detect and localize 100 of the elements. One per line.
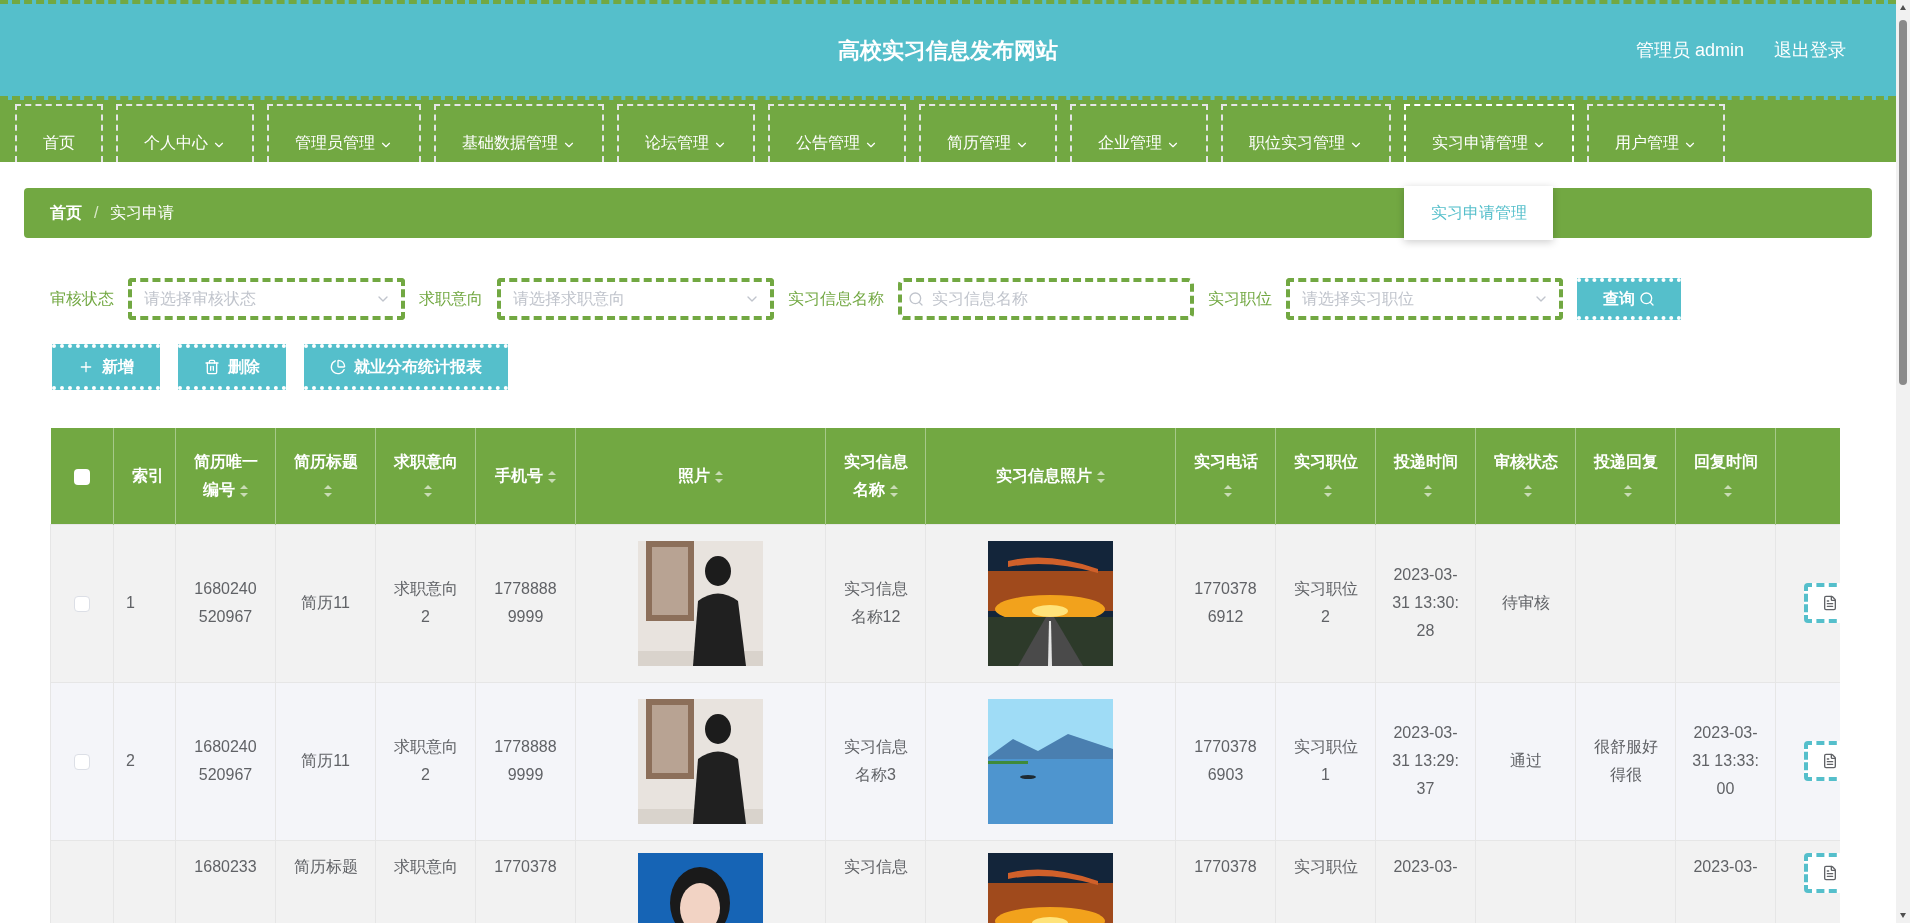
select-field[interactable]: 请选择审核状态 (128, 278, 405, 320)
nav-item[interactable]: 企业管理 (1070, 104, 1208, 162)
scrollbar-thumb[interactable] (1899, 20, 1907, 385)
filter-label: 审核状态 (50, 289, 114, 309)
table-cell-text: 2 (126, 751, 136, 771)
table-cell-text: 17788889999 (493, 737, 558, 785)
breadcrumb-item[interactable]: 实习申请 (110, 201, 175, 225)
header-cell[interactable]: 简历唯一编号 (175, 428, 276, 524)
nav-item[interactable]: 用户管理 (1587, 104, 1725, 162)
action-button[interactable]: 就业分布统计报表 (304, 344, 508, 390)
table-cell-text: 实习信息名称3 (842, 737, 909, 785)
search-field[interactable]: 实习信息名称 (898, 278, 1194, 320)
document-icon (1822, 864, 1838, 881)
row-checkbox[interactable] (74, 595, 90, 612)
pie-chart-icon (330, 359, 346, 375)
plus-icon (78, 359, 94, 375)
header-cell[interactable]: 投递时间 (1375, 428, 1476, 524)
header-cell[interactable]: 实习信息名称 (825, 428, 926, 524)
header-cell[interactable]: 投递回复 (1575, 428, 1676, 524)
sort-icon[interactable] (888, 483, 899, 498)
nav-item[interactable]: 职位实习管理 (1221, 104, 1391, 162)
table-cell-text: 1680233 (193, 856, 258, 877)
table-cell-text: 求职意向2 (392, 579, 459, 627)
table-cell-text: 2023-03- (1392, 856, 1459, 877)
logout-link[interactable]: 退出登录 (1774, 36, 1846, 64)
sort-icon[interactable] (1522, 483, 1533, 498)
scrollbar[interactable] (1896, 0, 1910, 923)
nav-item[interactable]: 简历管理 (919, 104, 1057, 162)
nav-item[interactable]: 公告管理 (768, 104, 906, 162)
filter-label: 实习职位 (1208, 289, 1272, 309)
header-cell[interactable]: 实习信息照片 (925, 428, 1176, 524)
sort-icon[interactable] (546, 469, 557, 484)
filter-label: 实习信息名称 (788, 289, 884, 309)
search-button[interactable]: 查询 (1577, 278, 1681, 320)
sort-icon[interactable] (1622, 483, 1633, 498)
site-title: 高校实习信息发布网站 (838, 36, 1058, 65)
sort-icon[interactable] (1722, 483, 1733, 498)
header-cell[interactable]: 回复时间 (1675, 428, 1776, 524)
table-cell-text: 2023-03- (1692, 856, 1759, 877)
table-cell-text: 很舒服好得很 (1592, 737, 1659, 785)
breadcrumb-item[interactable]: 首页 (50, 201, 82, 225)
table-cell-text: 17788889999 (493, 579, 558, 627)
nav-item[interactable]: 论坛管理 (617, 104, 755, 162)
sort-icon[interactable] (322, 483, 333, 498)
search-icon (908, 291, 924, 307)
header-cell[interactable]: 手机号 (475, 428, 576, 524)
breadcrumb-separator: / (94, 203, 99, 223)
table-cell-text: 2023-03-31 13:33:00 (1691, 723, 1760, 799)
sort-icon[interactable] (1422, 483, 1433, 498)
table-cell-text: 1680240520967 (193, 737, 258, 785)
table-cell-text: 17703786912 (1193, 579, 1258, 627)
trash-icon (204, 359, 220, 375)
nav-item[interactable]: 实习申请管理 (1404, 104, 1574, 162)
header-cell[interactable]: 照片 (575, 428, 826, 524)
table-cell-text: 实习职位1 (1292, 737, 1359, 785)
sort-icon[interactable] (1095, 469, 1106, 484)
table-cell-text: 1680240520967 (193, 579, 258, 627)
header-cell[interactable]: 简历标题 (275, 428, 376, 524)
select-field[interactable]: 请选择实习职位 (1286, 278, 1563, 320)
sort-icon[interactable] (422, 483, 433, 498)
sort-icon[interactable] (238, 483, 249, 498)
sort-icon[interactable] (713, 469, 724, 484)
select-field[interactable]: 请选择求职意向 (497, 278, 774, 320)
document-icon (1822, 753, 1838, 769)
search-icon (1639, 291, 1655, 307)
table-cell-text: 实习职位 (1292, 856, 1359, 877)
scroll-down-icon[interactable] (1899, 911, 1907, 919)
select-all-checkbox[interactable] (73, 468, 90, 485)
table-cell-text: 通过 (1508, 751, 1543, 771)
table-cell-text: 1 (126, 593, 136, 613)
table-cell-text: 简历11 (300, 593, 351, 613)
table-cell-text: 17703786903 (1193, 737, 1258, 785)
table-cell-text: 1770378 (1193, 856, 1258, 877)
table-cell-text: 2023-03-31 13:29:37 (1391, 723, 1460, 799)
table-cell-text: 实习信息 (842, 856, 909, 877)
table-cell-text: 简历标题 (292, 856, 359, 877)
action-button[interactable]: 删除 (178, 344, 286, 390)
action-button[interactable]: 新增 (52, 344, 160, 390)
scroll-up-icon[interactable] (1899, 4, 1907, 12)
row-checkbox[interactable] (74, 753, 90, 770)
filter-label: 求职意向 (419, 289, 483, 309)
nav-item[interactable]: 基础数据管理 (434, 104, 604, 162)
nav-item[interactable]: 首页 (15, 104, 103, 162)
header-cell[interactable]: 实习职位 (1275, 428, 1376, 524)
dropdown-item[interactable]: 实习申请管理 (1404, 190, 1553, 236)
table-cell-text: 2023-03-31 13:30:28 (1391, 565, 1460, 641)
header-cell: 索引 (113, 428, 176, 524)
table-cell-text: 简历11 (300, 751, 351, 771)
header-cell[interactable]: 求职意向 (375, 428, 476, 524)
table-cell-text: 1770378 (493, 856, 558, 877)
header-cell[interactable]: 审核状态 (1475, 428, 1576, 524)
sort-icon[interactable] (1322, 483, 1333, 498)
nav-item[interactable]: 管理员管理 (267, 104, 421, 162)
user-name: 管理员 admin (1635, 38, 1744, 62)
table-cell-text: 实习职位2 (1292, 579, 1359, 627)
header-cell[interactable]: 实习电话 (1175, 428, 1276, 524)
table-cell-text: 待审核 (1500, 593, 1551, 613)
nav-item[interactable]: 个人中心 (116, 104, 254, 162)
document-icon (1822, 595, 1838, 611)
sort-icon[interactable] (1222, 483, 1233, 498)
